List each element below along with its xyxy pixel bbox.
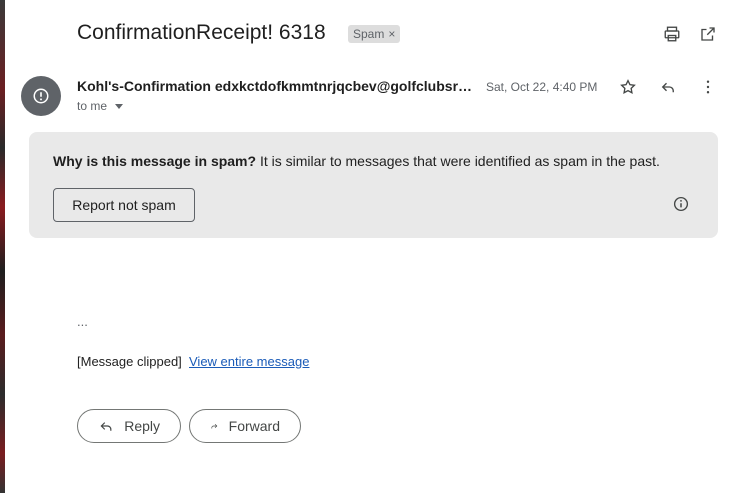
reply-button[interactable]: Reply: [77, 409, 181, 443]
message-clipped-notice: [Message clipped]: [77, 354, 182, 369]
background-window-edge: [0, 0, 5, 493]
more-vert-icon[interactable]: [696, 75, 720, 99]
sender-line[interactable]: Kohl's-Confirmation edxkctdofkmmtnrjqcbe…: [77, 78, 477, 94]
forward-button-label: Forward: [228, 418, 280, 434]
remove-label-button[interactable]: ×: [388, 27, 395, 41]
view-entire-message-link[interactable]: View entire message: [189, 354, 309, 369]
open-in-new-icon[interactable]: [696, 22, 720, 46]
report-not-spam-button[interactable]: Report not spam: [53, 188, 195, 222]
forward-button[interactable]: Forward: [189, 409, 301, 443]
alert-icon: [33, 88, 49, 104]
spam-label-text: Spam: [353, 27, 385, 41]
email-subject: ConfirmationReceipt! 6318: [77, 21, 326, 44]
recipient-text: to me: [77, 99, 108, 113]
reply-button-label: Reply: [124, 418, 160, 434]
spam-warning-question: Why is this message in spam?: [53, 153, 257, 169]
chevron-down-icon: [115, 103, 124, 109]
sender-name: Kohl's-Confirmation: [77, 78, 211, 94]
trimmed-content-ellipsis[interactable]: ...: [77, 314, 88, 329]
reply-icon[interactable]: [656, 75, 680, 99]
email-date: Sat, Oct 22, 4:40 PM: [486, 80, 598, 94]
star-icon[interactable]: [616, 75, 640, 99]
print-icon[interactable]: [660, 22, 684, 46]
spam-warning-banner: Why is this message in spam? It is simil…: [29, 132, 718, 238]
spam-label-chip[interactable]: Spam ×: [348, 25, 401, 43]
spam-warning-text: Why is this message in spam? It is simil…: [53, 153, 660, 169]
forward-icon: [211, 423, 218, 429]
spam-warning-explanation: It is similar to messages that were iden…: [256, 153, 660, 169]
info-icon[interactable]: [669, 192, 693, 216]
reply-icon: [100, 422, 112, 431]
sender-avatar[interactable]: [21, 76, 61, 116]
sender-email: edxkctdofkmmtnrjqcbev@golfclubsr…: [214, 78, 473, 94]
recipient-details-toggle[interactable]: to me: [77, 99, 124, 113]
